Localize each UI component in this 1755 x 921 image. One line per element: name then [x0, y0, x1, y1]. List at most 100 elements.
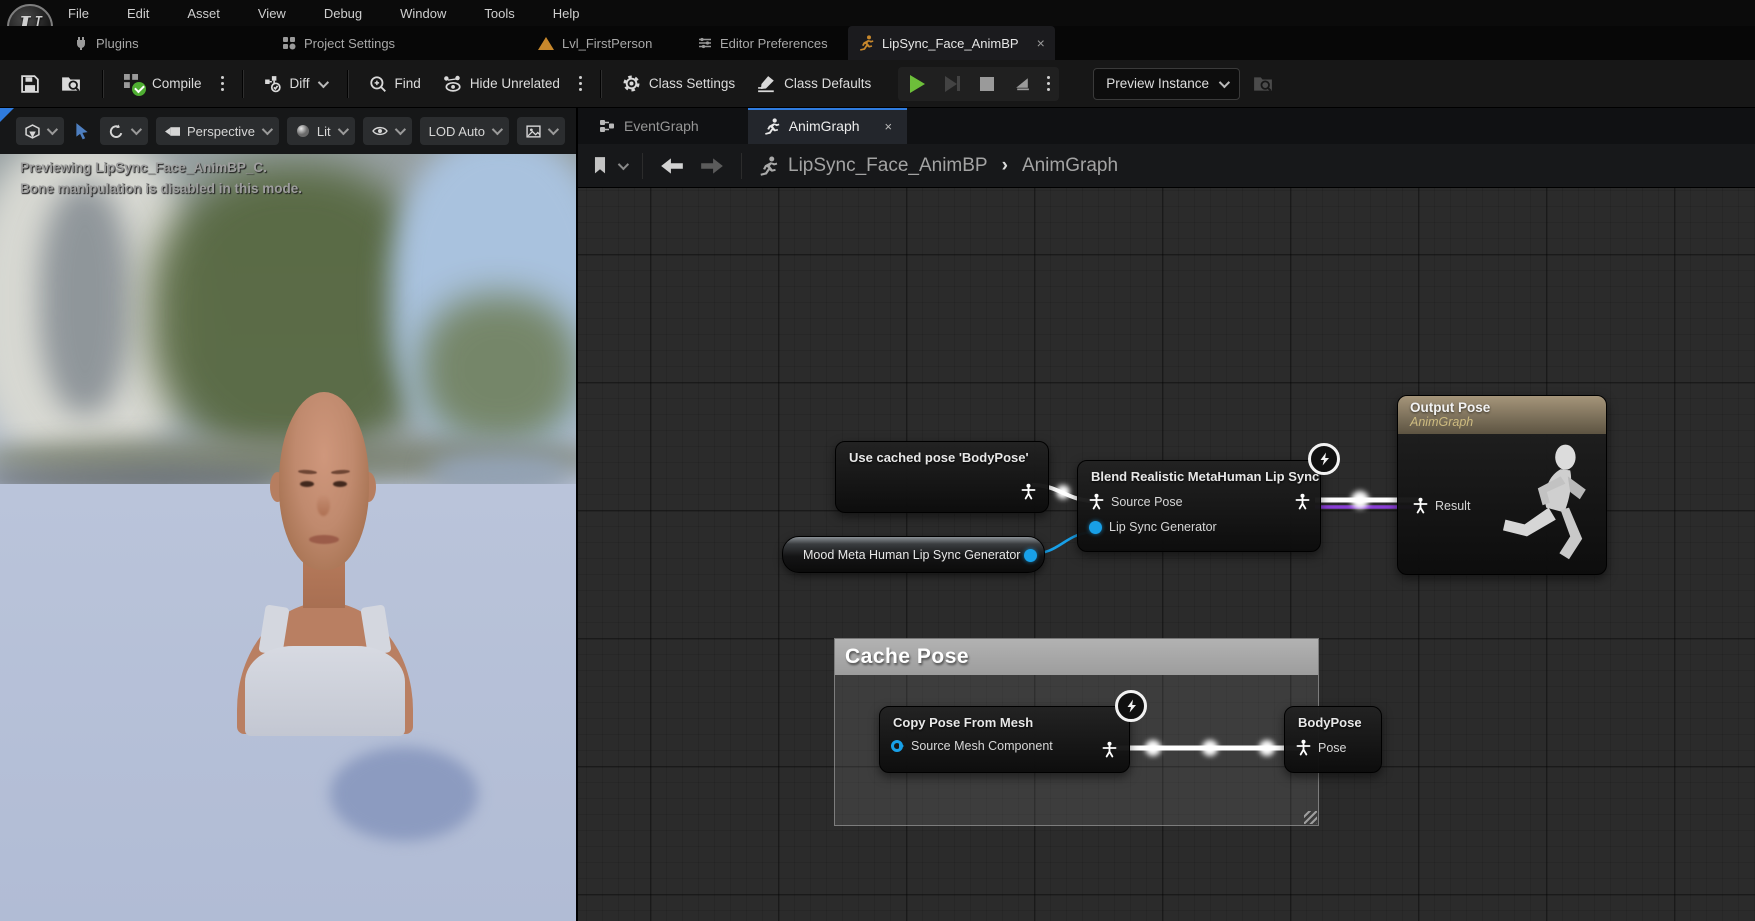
menu-edit[interactable]: Edit: [123, 4, 153, 23]
class-defaults-button[interactable]: Class Defaults: [748, 69, 880, 99]
back-arrow-icon[interactable]: [659, 157, 685, 175]
preview-instance-dropdown[interactable]: Preview Instance: [1093, 68, 1240, 100]
toolbar-divider: [347, 70, 348, 98]
tab-plugins[interactable]: Plugins: [64, 26, 149, 60]
viewport-3d-scene[interactable]: Previewing LipSync_Face_AnimBP_C. Bone m…: [0, 154, 576, 921]
tab-lvl-firstperson[interactable]: Lvl_FirstPerson: [528, 26, 662, 60]
chevron-down-icon: [317, 76, 328, 87]
menu-debug[interactable]: Debug: [320, 4, 366, 23]
tab-project-settings[interactable]: Project Settings: [272, 26, 405, 60]
pose-input-pin[interactable]: [1089, 493, 1104, 510]
screenshot-dropdown[interactable]: [517, 117, 565, 145]
tab-label: Lvl_FirstPerson: [562, 36, 652, 51]
chevron-down-icon: [131, 124, 142, 135]
animgraph-editor-pane: EventGraph AnimGraph ×: [576, 108, 1755, 921]
pencil-lines-icon: [757, 75, 776, 93]
show-flags-dropdown[interactable]: [363, 117, 412, 145]
pose-input-pin[interactable]: [1296, 739, 1311, 756]
pose-output-pin[interactable]: [1295, 493, 1310, 510]
tab-lipsync-face-animbp[interactable]: LipSync_Face_AnimBP ×: [848, 26, 1055, 60]
graph-options-kebab-icon[interactable]: [573, 72, 588, 95]
pose-output-pin[interactable]: [1102, 741, 1117, 758]
object-output-pin[interactable]: [1024, 549, 1037, 562]
breadcrumb-asset[interactable]: LipSync_Face_AnimBP: [788, 155, 988, 177]
find-button[interactable]: Find: [360, 69, 430, 99]
pin-label: Pose: [1318, 741, 1347, 755]
menu-view[interactable]: View: [254, 4, 290, 23]
node-mood-lipsync-generator[interactable]: Mood Meta Human Lip Sync Generator: [782, 536, 1045, 573]
node-title: Output Pose: [1410, 400, 1594, 415]
simulate-button[interactable]: [1006, 70, 1038, 98]
rotation-snap-dropdown[interactable]: [100, 117, 148, 145]
viewport-camera-icon: [165, 125, 180, 138]
class-settings-label: Class Settings: [649, 76, 735, 91]
transform-mode-dropdown[interactable]: [16, 117, 64, 145]
chevron-down-icon: [337, 124, 348, 135]
graph-tab-close-icon[interactable]: ×: [885, 119, 893, 134]
chevron-down-icon[interactable]: [618, 158, 629, 169]
diff-button[interactable]: Diff: [255, 69, 335, 99]
eye: [300, 481, 314, 487]
tab-animgraph[interactable]: AnimGraph ×: [748, 108, 907, 144]
node-copy-pose-from-mesh[interactable]: Copy Pose From Mesh Source Mesh Componen…: [879, 706, 1130, 773]
transform-cube-icon: [25, 124, 40, 139]
graph-tab-bar: EventGraph AnimGraph ×: [578, 108, 1755, 144]
browse-asset-button[interactable]: [52, 69, 90, 99]
chevron-down-icon: [1219, 76, 1230, 87]
node-output-pose[interactable]: Output Pose AnimGraph Result: [1397, 395, 1607, 575]
lod-label: LOD Auto: [429, 124, 485, 139]
overlay-line-2: Bone manipulation is disabled in this mo…: [20, 178, 302, 199]
preview-instance-label: Preview Instance: [1106, 76, 1209, 91]
tab-editor-preferences[interactable]: Editor Preferences: [688, 26, 838, 60]
hide-unrelated-button[interactable]: Hide Unrelated: [434, 69, 569, 98]
unreal-editor-window: U File Edit Asset View Debug Window Tool…: [0, 0, 1755, 921]
graph-breadcrumb-bar: LipSync_Face_AnimBP › AnimGraph: [578, 144, 1755, 188]
bookmark-icon[interactable]: [592, 156, 608, 175]
object-input-pin[interactable]: [891, 740, 904, 752]
compile-button[interactable]: Compile: [115, 68, 211, 100]
pin-row-source-pose: Source Pose: [1078, 488, 1320, 515]
tab-label: LipSync_Face_AnimBP: [882, 36, 1019, 51]
browse-preview-button[interactable]: [1244, 69, 1282, 99]
compile-options-kebab-icon[interactable]: [215, 72, 230, 95]
folder-search-icon: [1253, 75, 1273, 93]
animgraph-canvas[interactable]: Cache Pose Use cached pose 'Bod: [578, 188, 1755, 921]
node-bodypose-cache[interactable]: BodyPose Pose: [1284, 706, 1382, 773]
node-use-cached-pose[interactable]: Use cached pose 'BodyPose': [835, 441, 1049, 513]
menu-window[interactable]: Window: [396, 4, 450, 23]
object-input-pin[interactable]: [1089, 521, 1102, 534]
simulate-icon: [1014, 76, 1031, 91]
tab-eventgraph[interactable]: EventGraph: [584, 108, 714, 144]
compile-label: Compile: [152, 76, 202, 91]
tab-close-icon[interactable]: ×: [1037, 35, 1045, 51]
lod-dropdown[interactable]: LOD Auto: [420, 117, 509, 145]
pin-label: Result: [1435, 499, 1470, 513]
perspective-dropdown[interactable]: Perspective: [156, 117, 279, 145]
menu-file[interactable]: File: [64, 4, 93, 23]
pose-output-pin[interactable]: [1021, 483, 1036, 500]
plug-icon: [74, 36, 88, 50]
character-shadow: [330, 747, 478, 841]
breadcrumb-page[interactable]: AnimGraph: [1022, 155, 1118, 177]
play-options-kebab-icon[interactable]: [1041, 72, 1056, 95]
menu-tools[interactable]: Tools: [480, 4, 518, 23]
menu-help[interactable]: Help: [549, 4, 584, 23]
pose-input-pin[interactable]: [1413, 497, 1428, 514]
breadcrumb-divider: [642, 153, 643, 179]
class-settings-button[interactable]: Class Settings: [613, 68, 744, 99]
fast-path-lightning-icon: [1115, 690, 1147, 722]
play-button[interactable]: [901, 70, 933, 98]
frame-skip-button[interactable]: [936, 70, 968, 98]
save-icon: [21, 75, 39, 93]
stop-button[interactable]: [971, 70, 1003, 98]
save-button[interactable]: [12, 69, 48, 99]
chevron-down-icon: [262, 124, 273, 135]
animbp-runner-icon: [858, 35, 874, 51]
menu-asset[interactable]: Asset: [183, 4, 224, 23]
main-toolbar: Compile Diff Find Hide Unrelated: [0, 60, 1755, 108]
node-title: BodyPose: [1285, 707, 1381, 734]
forward-arrow-icon[interactable]: [699, 157, 725, 175]
lit-mode-dropdown[interactable]: Lit: [287, 117, 355, 145]
node-blend-metahuman-lipsync[interactable]: Blend Realistic MetaHuman Lip Sync Sourc…: [1077, 460, 1321, 552]
select-cursor-icon[interactable]: [74, 122, 90, 140]
